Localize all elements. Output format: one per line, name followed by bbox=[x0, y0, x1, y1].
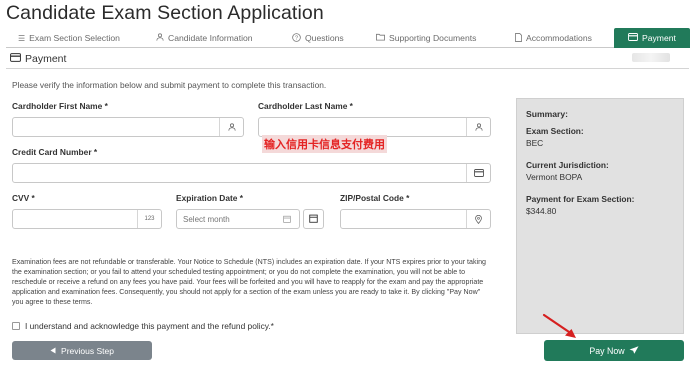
previous-step-button[interactable]: Previous Step bbox=[12, 341, 152, 360]
tab-exam-section-selection[interactable]: ☰ Exam Section Selection bbox=[18, 28, 120, 48]
tab-label: Candidate Information bbox=[168, 33, 253, 43]
person-icon bbox=[466, 118, 490, 136]
exam-section-value: BEC bbox=[526, 138, 544, 148]
card-number-label: Credit Card Number * bbox=[12, 147, 98, 157]
payment-label: Payment for Exam Section: bbox=[526, 194, 635, 204]
summary-panel: Summary: Exam Section: BEC Current Juris… bbox=[516, 98, 684, 334]
tab-label: Exam Section Selection bbox=[29, 33, 120, 43]
red-arrow-annotation bbox=[542, 313, 576, 338]
tab-label: Accommodations bbox=[526, 33, 592, 43]
zip-field bbox=[340, 209, 491, 229]
credit-card-icon bbox=[466, 164, 490, 182]
last-name-field bbox=[258, 117, 491, 137]
credit-card-icon bbox=[10, 53, 21, 65]
first-name-field bbox=[12, 117, 244, 137]
tab-accommodations[interactable]: Accommodations bbox=[515, 28, 592, 48]
expiration-field bbox=[176, 209, 300, 229]
jurisdiction-value: Vermont BOPA bbox=[526, 172, 583, 182]
page-title: Candidate Exam Section Application bbox=[6, 2, 324, 24]
pay-now-label: Pay Now bbox=[589, 345, 625, 356]
divider bbox=[6, 68, 689, 69]
zip-input[interactable] bbox=[341, 210, 466, 228]
zip-label: ZIP/Postal Code * bbox=[340, 193, 410, 203]
location-pin-icon bbox=[466, 210, 490, 228]
section-title: Payment bbox=[25, 53, 67, 65]
exam-section-label: Exam Section: bbox=[526, 126, 584, 136]
annotation-label: 输入信用卡信息支付费用 bbox=[262, 135, 387, 153]
folder-icon bbox=[376, 33, 385, 43]
list-icon: ☰ bbox=[18, 33, 26, 43]
calendar-icon bbox=[309, 214, 318, 225]
refund-policy-text: Examination fees are not refundable or t… bbox=[12, 258, 486, 307]
expiration-select[interactable] bbox=[177, 210, 275, 228]
first-name-input[interactable] bbox=[13, 118, 219, 136]
card-number-field bbox=[12, 163, 491, 183]
person-icon bbox=[156, 33, 164, 43]
cvv-input[interactable] bbox=[13, 210, 137, 228]
triangle-left-icon bbox=[50, 346, 56, 356]
pay-now-button[interactable]: Pay Now bbox=[544, 340, 684, 361]
tab-questions[interactable]: ? Questions bbox=[292, 28, 344, 48]
tab-candidate-information[interactable]: Candidate Information bbox=[156, 28, 253, 48]
acknowledge-label: I understand and acknowledge this paymen… bbox=[25, 321, 274, 331]
blurred-info bbox=[632, 53, 670, 62]
last-name-input[interactable] bbox=[259, 118, 466, 136]
cvv-label: CVV * bbox=[12, 193, 35, 203]
tab-label: Payment bbox=[642, 33, 676, 43]
tab-payment[interactable]: Payment bbox=[614, 28, 690, 48]
previous-step-label: Previous Step bbox=[61, 345, 114, 356]
jurisdiction-label: Current Jurisdiction: bbox=[526, 160, 609, 170]
question-icon: ? bbox=[292, 32, 301, 44]
tab-label: Supporting Documents bbox=[389, 33, 477, 43]
expiration-label: Expiration Date * bbox=[176, 193, 244, 203]
person-icon bbox=[219, 118, 243, 136]
tab-supporting-documents[interactable]: Supporting Documents bbox=[376, 28, 476, 48]
summary-heading: Summary: bbox=[526, 109, 569, 119]
payment-value: $344.80 bbox=[526, 206, 557, 216]
calendar-icon bbox=[275, 210, 299, 228]
card-number-input[interactable] bbox=[13, 164, 466, 182]
first-name-label: Cardholder First Name * bbox=[12, 101, 108, 111]
acknowledge-row: I understand and acknowledge this paymen… bbox=[12, 321, 274, 331]
send-icon bbox=[629, 345, 639, 356]
document-icon bbox=[515, 32, 522, 44]
cvv-field: 123 bbox=[12, 209, 162, 229]
acknowledge-checkbox[interactable] bbox=[12, 322, 20, 330]
calendar-button[interactable] bbox=[303, 209, 324, 229]
tab-label: Questions bbox=[305, 33, 344, 43]
section-header: Payment bbox=[10, 53, 66, 65]
step-tabs: ☰ Exam Section Selection Candidate Infor… bbox=[6, 28, 690, 48]
cvv-code-icon: 123 bbox=[137, 210, 161, 228]
instructions-text: Please verify the information below and … bbox=[12, 80, 327, 90]
credit-card-icon bbox=[628, 33, 638, 43]
last-name-label: Cardholder Last Name * bbox=[258, 101, 353, 111]
